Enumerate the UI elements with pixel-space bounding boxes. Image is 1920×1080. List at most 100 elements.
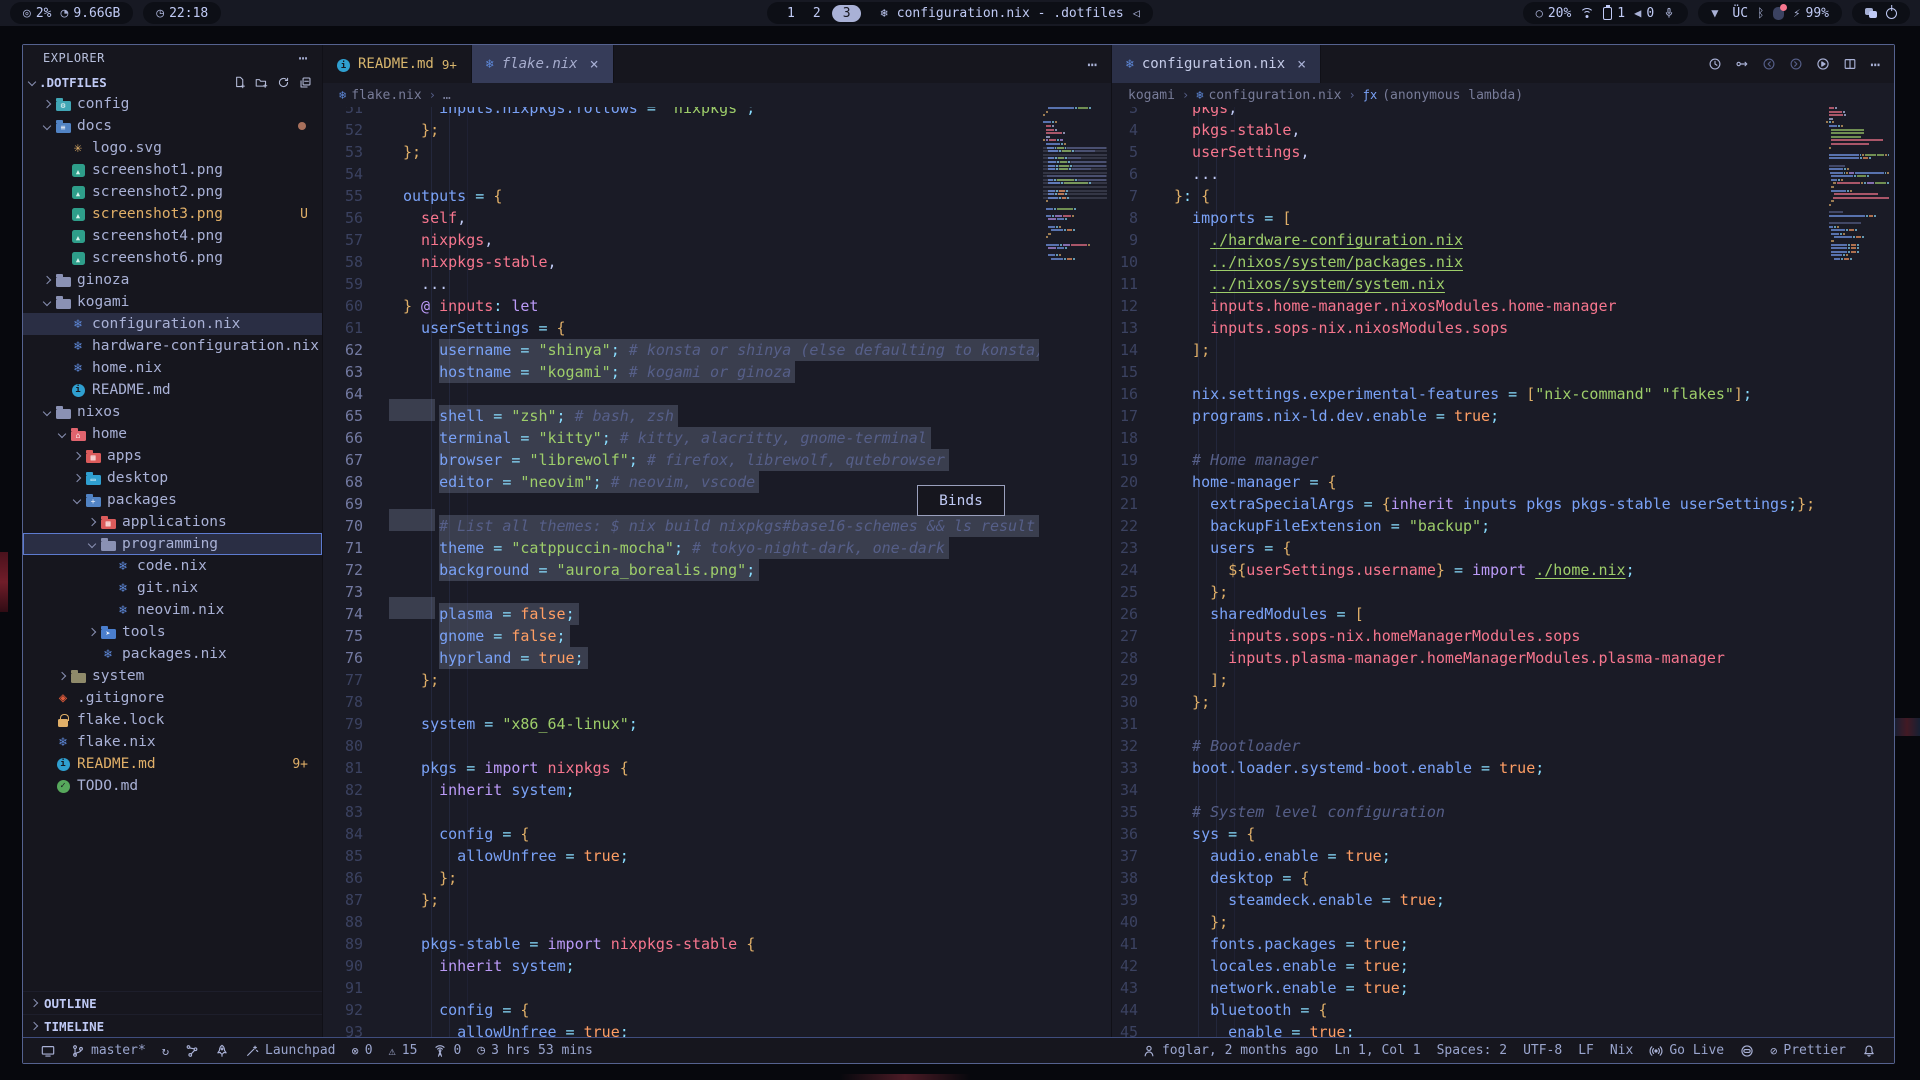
code-line-62[interactable]: 62 username = "shinya"; # konsta or shin…	[323, 339, 1039, 361]
code-line-76[interactable]: 76 hyprland = true;	[323, 647, 1039, 669]
tree-item-README.md[interactable]: iREADME.md9+	[23, 753, 322, 775]
code-line-59[interactable]: 59 ...	[323, 273, 1039, 295]
breadcrumb-item[interactable]: ❄flake.nix	[339, 88, 422, 103]
code-line-21[interactable]: 21 extraSpecialArgs = {inherit inputs pk…	[1112, 493, 1822, 515]
code-line-75[interactable]: 75 gnome = false;	[323, 625, 1039, 647]
code-line-7[interactable]: 7}: {	[1112, 185, 1822, 207]
tree-item-screenshot3.png[interactable]: ▲screenshot3.pngU	[23, 203, 322, 225]
code-line-83[interactable]: 83	[323, 801, 1039, 823]
workspace-root-folder[interactable]: .DOTFILES	[23, 71, 322, 93]
code-line-24[interactable]: 24 ${userSettings.username} = import ./h…	[1112, 559, 1822, 581]
circle-left-icon[interactable]	[1762, 57, 1776, 71]
breadcrumb-item[interactable]: kogami	[1128, 88, 1175, 103]
editor-configuration-nix[interactable]: 3 pkgs,4 pkgs-stable,5 userSettings,6 ..…	[1112, 107, 1894, 1037]
code-line-53[interactable]: 53};	[323, 141, 1039, 163]
code-line-11[interactable]: 11 ../nixos/system/system.nix	[1112, 273, 1822, 295]
code-line-93[interactable]: 93 allowUnfree = true;	[323, 1021, 1039, 1037]
status-wand[interactable]: Launchpad	[237, 1038, 343, 1063]
tree-item-screenshot4.png[interactable]: ▲screenshot4.png	[23, 225, 322, 247]
code-line-91[interactable]: 91	[323, 977, 1039, 999]
code-line-8[interactable]: 8 imports = [	[1112, 207, 1822, 229]
code-line-72[interactable]: 72 background = "aurora_borealis.png";	[323, 559, 1039, 581]
code-line-44[interactable]: 44 bluetooth = {	[1112, 999, 1822, 1021]
circle-right-icon[interactable]	[1789, 57, 1803, 71]
tree-item-screenshot1.png[interactable]: ▲screenshot1.png	[23, 159, 322, 181]
code-line-22[interactable]: 22 backupFileExtension = "backup";	[1112, 515, 1822, 537]
code-line-73[interactable]: 73	[323, 581, 1039, 603]
code-line-14[interactable]: 14 ];	[1112, 339, 1822, 361]
tree-item-TODO.md[interactable]: ✓TODO.md	[23, 775, 322, 797]
tree-item-docs[interactable]: ≡docs	[23, 115, 322, 137]
status-slash-circle[interactable]: ⊘Prettier	[1762, 1038, 1854, 1063]
code-line-84[interactable]: 84 config = {	[323, 823, 1039, 845]
code-line-39[interactable]: 39 steamdeck.enable = true;	[1112, 889, 1822, 911]
code-line-6[interactable]: 6 ...	[1112, 163, 1822, 185]
status-utf-8[interactable]: UTF-8	[1515, 1038, 1570, 1063]
tree-item-kogami[interactable]: kogami	[23, 291, 322, 313]
code-line-66[interactable]: 66 terminal = "kitty"; # kitty, alacritt…	[323, 427, 1039, 449]
tree-item-screenshot2.png[interactable]: ▲screenshot2.png	[23, 181, 322, 203]
code-line-92[interactable]: 92 config = {	[323, 999, 1039, 1021]
code-line-13[interactable]: 13 inputs.sops-nix.nixosModules.sops	[1112, 317, 1822, 339]
status-radio-tower[interactable]: 0	[425, 1038, 469, 1063]
status-git-branch[interactable]: master*	[63, 1038, 154, 1063]
status-nix[interactable]: Nix	[1602, 1038, 1641, 1063]
collapse-all-icon[interactable]	[299, 76, 312, 89]
code-line-70[interactable]: 70 # List all themes: $ nix build nixpkg…	[323, 515, 1039, 537]
more-icon[interactable]: ⋯	[1870, 55, 1880, 74]
tree-item-README.md[interactable]: iREADME.md	[23, 379, 322, 401]
code-line-29[interactable]: 29 ];	[1112, 669, 1822, 691]
code-line-58[interactable]: 58 nixpkgs-stable,	[323, 251, 1039, 273]
workspace-button-1[interactable]: 1	[780, 5, 802, 22]
status-sync[interactable]: ↻	[154, 1038, 177, 1063]
tree-item-screenshot6.png[interactable]: ▲screenshot6.png	[23, 247, 322, 269]
code-line-23[interactable]: 23 users = {	[1112, 537, 1822, 559]
tree-item-flake.lock[interactable]: flake.lock	[23, 709, 322, 731]
code-line-82[interactable]: 82 inherit system;	[323, 779, 1039, 801]
tree-item-home.nix[interactable]: ❄home.nix	[23, 357, 322, 379]
more-icon[interactable]: ⋯	[1087, 55, 1097, 74]
status-lf[interactable]: LF	[1570, 1038, 1602, 1063]
status-warning-triangle[interactable]: ⚠15	[381, 1038, 426, 1063]
audio-output-icon[interactable]: ◁	[1133, 6, 1140, 20]
code-line-56[interactable]: 56 self,	[323, 207, 1039, 229]
code-line-81[interactable]: 81 pkgs = import nixpkgs {	[323, 757, 1039, 779]
code-line-31[interactable]: 31	[1112, 713, 1822, 735]
code-line-16[interactable]: 16 nix.settings.experimental-features = …	[1112, 383, 1822, 405]
minimap-left[interactable]	[1043, 107, 1107, 262]
workspace-switcher[interactable]: 123	[780, 5, 861, 22]
new-file-icon[interactable]	[233, 76, 246, 89]
code-line-36[interactable]: 36 sys = {	[1112, 823, 1822, 845]
code-line-52[interactable]: 52 };	[323, 119, 1039, 141]
code-line-5[interactable]: 5 userSettings,	[1112, 141, 1822, 163]
tray-module[interactable]	[1865, 8, 1877, 18]
tree-item-neovim.nix[interactable]: ❄neovim.nix	[23, 599, 322, 621]
workspace-button-2[interactable]: 2	[806, 5, 828, 22]
code-line-60[interactable]: 60} @ inputs: let	[323, 295, 1039, 317]
status-git-graph[interactable]	[177, 1038, 207, 1063]
code-line-12[interactable]: 12 inputs.home-manager.nixosModules.home…	[1112, 295, 1822, 317]
tree-item-apps[interactable]: ▦apps	[23, 445, 322, 467]
code-line-27[interactable]: 27 inputs.sops-nix.homeManagerModules.so…	[1112, 625, 1822, 647]
code-line-65[interactable]: 65 shell = "zsh"; # bash, zsh	[323, 405, 1039, 427]
status-error-circle[interactable]: ⊗0	[343, 1038, 380, 1063]
code-line-63[interactable]: 63 hostname = "kogami"; # kogami or gino…	[323, 361, 1039, 383]
code-line-4[interactable]: 4 pkgs-stable,	[1112, 119, 1822, 141]
code-line-35[interactable]: 35 # System level configuration	[1112, 801, 1822, 823]
code-line-86[interactable]: 86 };	[323, 867, 1039, 889]
editor-flake-nix[interactable]: 51 inputs.nixpkgs.follows = "nixpkgs";52…	[323, 107, 1111, 1037]
workspace-button-3[interactable]: 3	[832, 5, 862, 22]
refresh-icon[interactable]	[277, 76, 290, 89]
tree-item-home[interactable]: ⌂home	[23, 423, 322, 445]
code-line-54[interactable]: 54	[323, 163, 1039, 185]
code-line-26[interactable]: 26 sharedModules = [	[1112, 603, 1822, 625]
tree-item-desktop[interactable]: ▭desktop	[23, 467, 322, 489]
tree-item-system[interactable]: system	[23, 665, 322, 687]
code-line-28[interactable]: 28 inputs.plasma-manager.homeManagerModu…	[1112, 647, 1822, 669]
code-line-42[interactable]: 42 locales.enable = true;	[1112, 955, 1822, 977]
status-ln-1-col-1[interactable]: Ln 1, Col 1	[1327, 1038, 1429, 1063]
tree-item-tools[interactable]: ➤tools	[23, 621, 322, 643]
code-line-85[interactable]: 85 allowUnfree = true;	[323, 845, 1039, 867]
breadcrumb-item[interactable]: ❄configuration.nix	[1196, 88, 1341, 103]
code-line-19[interactable]: 19 # Home manager	[1112, 449, 1822, 471]
